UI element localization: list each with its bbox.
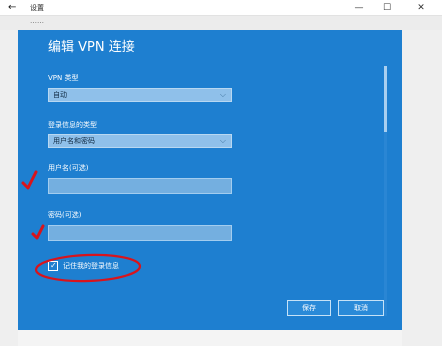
red-circle-annotation bbox=[34, 253, 142, 283]
red-annotation-overlay bbox=[21, 170, 142, 283]
settings-window: ← 设置 — ☐ ✕ …… 编辑 VPN 连接 VPN 类型 自动 ⌵ 登录信息… bbox=[0, 0, 442, 346]
red-checkmark-annotation bbox=[31, 224, 45, 240]
red-checkmark-annotation bbox=[21, 170, 38, 190]
